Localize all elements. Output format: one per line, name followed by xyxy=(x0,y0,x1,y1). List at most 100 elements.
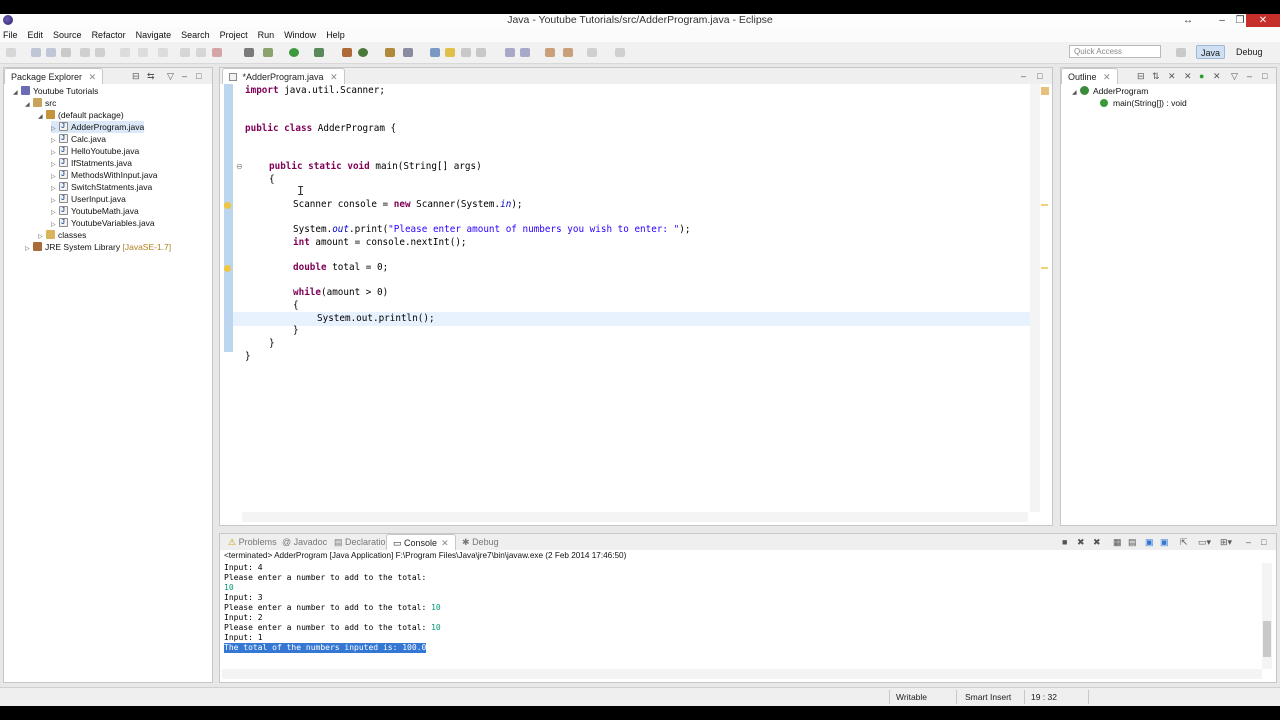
scroll-lock-icon[interactable]: ▤ xyxy=(1128,537,1137,548)
save-icon[interactable] xyxy=(31,48,41,57)
tree-item-youtubevariables[interactable]: ▷YoutubeVariables.java xyxy=(51,217,155,229)
tab-debug[interactable]: ✱ Debug xyxy=(456,534,505,550)
step-icon[interactable] xyxy=(158,48,168,57)
menu-help[interactable]: Help xyxy=(326,30,345,40)
menu-project[interactable]: Project xyxy=(220,30,248,40)
open-type-icon[interactable] xyxy=(385,48,395,57)
tab-javadoc[interactable]: @ Javadoc xyxy=(276,534,333,550)
open-perspective-icon[interactable] xyxy=(1176,48,1186,57)
editor-vertical-scrollbar[interactable] xyxy=(1030,84,1040,512)
warning-icon[interactable] xyxy=(224,265,231,272)
code-line-main-close[interactable]: } xyxy=(269,338,275,350)
external-tools-icon[interactable] xyxy=(314,48,324,57)
view-menu-icon[interactable]: ▽ xyxy=(167,71,174,82)
show-on-error-icon[interactable]: ▣ xyxy=(1160,537,1169,548)
debug-perspective-button[interactable]: Debug xyxy=(1232,45,1267,59)
next-annotation-icon[interactable] xyxy=(430,48,440,57)
maximize-view-icon[interactable]: □ xyxy=(1261,537,1266,547)
previous-edit-icon[interactable] xyxy=(520,48,530,57)
minimize-view-icon[interactable]: – xyxy=(1246,537,1251,547)
tree-item-jre[interactable]: ▷ JRE System Library [JavaSE-1.7] xyxy=(25,241,171,253)
tree-item-helloyoutube[interactable]: ▷HelloYoutube.java xyxy=(51,145,139,157)
forward-icon[interactable] xyxy=(563,48,573,57)
expand-down-icon[interactable]: ◢ xyxy=(13,87,21,99)
console-horizontal-scrollbar[interactable] xyxy=(222,669,1262,679)
code-line-brace[interactable]: { xyxy=(269,174,275,186)
menu-navigate[interactable]: Navigate xyxy=(136,30,172,40)
tree-item-calc[interactable]: ▷Calc.java xyxy=(51,133,106,145)
suspend-icon[interactable] xyxy=(196,48,206,57)
expand-down-icon[interactable]: ◢ xyxy=(1072,89,1080,96)
skip-breakpoints-icon[interactable] xyxy=(244,48,254,57)
hide-local-types-icon[interactable]: ✕ xyxy=(1213,71,1221,82)
tree-item-classes[interactable]: ▷ classes xyxy=(38,229,86,241)
menu-source[interactable]: Source xyxy=(53,30,82,40)
hide-static-icon[interactable]: ✕ xyxy=(1184,71,1192,82)
console-vertical-scrollbar[interactable] xyxy=(1262,563,1272,669)
menu-edit[interactable]: Edit xyxy=(28,30,44,40)
new-icon[interactable] xyxy=(6,48,16,57)
maximize-view-icon[interactable]: □ xyxy=(196,71,201,81)
menu-window[interactable]: Window xyxy=(284,30,316,40)
tree-item-ifstatments[interactable]: ▷IfStatments.java xyxy=(51,157,132,169)
tree-item-youtubemath[interactable]: ▷YoutubeMath.java xyxy=(51,205,139,217)
print-icon[interactable] xyxy=(61,48,71,57)
expand-down-icon[interactable]: ◢ xyxy=(25,99,33,111)
pin-console-icon[interactable]: ⇱ xyxy=(1180,537,1188,548)
close-icon[interactable]: ✕ xyxy=(330,72,338,82)
outline-method-item[interactable]: main(String[]) : void xyxy=(1100,98,1187,108)
undo-icon[interactable] xyxy=(120,48,130,57)
hide-nonpublic-icon[interactable]: ● xyxy=(1199,71,1204,81)
save-all-icon[interactable] xyxy=(46,48,56,57)
menu-file[interactable]: File xyxy=(3,30,18,40)
code-line-println[interactable]: System.out.println(); xyxy=(317,313,435,325)
tab-problems[interactable]: ⚠ Problems xyxy=(222,534,283,550)
display-console-icon[interactable]: ▭▾ xyxy=(1198,537,1211,548)
close-icon[interactable]: ✕ xyxy=(1103,72,1111,82)
clear-console-icon[interactable]: ▦ xyxy=(1113,537,1122,548)
remove-launch-icon[interactable]: ✖ xyxy=(1077,537,1085,548)
code-line-import[interactable]: import java.util.Scanner; xyxy=(245,85,385,97)
menu-search[interactable]: Search xyxy=(181,30,210,40)
redo-icon[interactable] xyxy=(138,48,148,57)
view-menu-icon[interactable]: ▽ xyxy=(1231,71,1238,82)
collapse-all-icon[interactable]: ⊟ xyxy=(1137,71,1145,82)
fold-collapse-icon[interactable]: ⊖ xyxy=(236,162,243,171)
resume-icon[interactable] xyxy=(180,48,190,57)
code-line-class-close[interactable]: } xyxy=(245,351,251,363)
tab-console[interactable]: ▭ Console ✕ xyxy=(386,534,456,550)
console-selected-line[interactable]: The total of the numbers inputed is: 100… xyxy=(224,643,427,653)
editor-horizontal-scrollbar[interactable] xyxy=(242,512,1028,522)
mark-occurrences-icon[interactable] xyxy=(445,48,455,57)
code-line-class[interactable]: public class AdderProgram { xyxy=(245,123,396,135)
code-line-while-close[interactable]: } xyxy=(293,325,299,337)
close-button[interactable]: ✕ xyxy=(1246,14,1280,27)
link-editor-icon[interactable]: ⇆ xyxy=(147,71,155,82)
tree-item-src[interactable]: ◢ src xyxy=(25,97,56,109)
code-line-amount[interactable]: int amount = console.nextInt(); xyxy=(293,237,467,249)
code-line-while[interactable]: while(amount > 0) xyxy=(293,287,388,299)
quick-access-field[interactable]: Quick Access xyxy=(1069,45,1161,58)
tree-item-switchstatments[interactable]: ▷SwitchStatments.java xyxy=(51,181,152,193)
close-icon[interactable]: ✕ xyxy=(89,72,97,82)
remove-all-launches-icon[interactable]: ✖ xyxy=(1093,537,1101,548)
tree-item-methodswithinput[interactable]: ▷MethodsWithInput.java xyxy=(51,169,157,181)
close-icon[interactable]: ✕ xyxy=(441,538,449,548)
show-on-output-icon[interactable]: ▣ xyxy=(1145,537,1154,548)
java-perspective-button[interactable]: Java xyxy=(1196,45,1226,59)
tree-item-project[interactable]: ◢ Youtube Tutorials xyxy=(13,85,98,97)
warning-icon[interactable] xyxy=(224,202,231,209)
expand-down-icon[interactable]: ◢ xyxy=(38,111,46,123)
tab-outline[interactable]: Outline ✕ xyxy=(1061,68,1118,84)
menu-run[interactable]: Run xyxy=(258,30,275,40)
overview-warning-mark[interactable] xyxy=(1041,204,1048,206)
collapse-all-icon[interactable]: ⊟ xyxy=(132,71,140,82)
code-line-total[interactable]: double total = 0; xyxy=(293,262,388,274)
code-line-print[interactable]: System.out.print("Please enter amount of… xyxy=(293,224,690,236)
terminate-console-icon[interactable]: ■ xyxy=(1062,537,1067,547)
overview-warning-mark[interactable] xyxy=(1041,267,1048,269)
tab-adderprogram[interactable]: *AdderProgram.java ✕ xyxy=(222,68,345,84)
show-whitespace-icon[interactable] xyxy=(476,48,486,57)
console-scroll-thumb[interactable] xyxy=(1263,621,1271,657)
run-icon[interactable] xyxy=(289,48,299,57)
